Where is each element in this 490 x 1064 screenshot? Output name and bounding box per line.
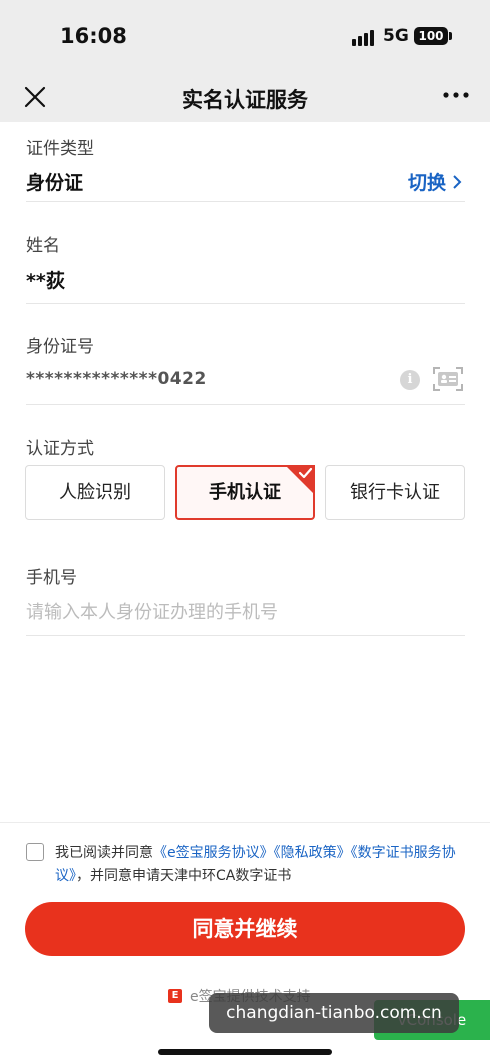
- face-recognition-option[interactable]: 人脸识别: [25, 465, 165, 520]
- bank-card-option[interactable]: 银行卡认证: [325, 465, 465, 520]
- switch-cert-type-link[interactable]: 切换: [408, 168, 462, 195]
- id-number-value: **************0422: [26, 369, 207, 389]
- signal-icon: [352, 28, 376, 46]
- agreement-checkbox[interactable]: [26, 843, 44, 861]
- more-icon[interactable]: [440, 82, 472, 108]
- nav-bar: 实名认证服务: [0, 72, 490, 122]
- esign-logo-icon: E: [168, 989, 182, 1003]
- phone-input[interactable]: 请输入本人身份证办理的手机号: [26, 598, 278, 624]
- privacy-policy-link[interactable]: 《隐私政策》: [274, 845, 351, 861]
- phone-auth-option[interactable]: 手机认证: [175, 465, 315, 520]
- id-number-label: 身份证号: [26, 337, 94, 357]
- status-time: 16:08: [60, 24, 127, 48]
- cert-type-value: 身份证: [26, 172, 84, 194]
- name-value: **荻: [26, 270, 65, 292]
- agreement-suffix: ，并同意申请天津中环CA数字证书: [76, 868, 292, 884]
- auth-method-label: 认证方式: [26, 439, 94, 459]
- battery-tip: [449, 32, 452, 40]
- divider: [26, 404, 465, 405]
- cert-type-label: 证件类型: [26, 139, 94, 159]
- divider: [26, 635, 465, 636]
- divider: [26, 201, 465, 202]
- watermark: changdian-tianbo.com.cn: [209, 993, 459, 1033]
- status-bar: 16:08 5G 100: [0, 0, 490, 72]
- home-indicator: [158, 1049, 332, 1055]
- battery-icon: 100: [414, 27, 448, 45]
- switch-label: 切换: [407, 172, 446, 194]
- phone-auth-label: 手机认证: [209, 482, 281, 503]
- agree-continue-button[interactable]: 同意并继续: [25, 902, 465, 956]
- selected-check-icon: [285, 465, 315, 495]
- agreement-prefix: 我已阅读并同意: [55, 845, 153, 861]
- esign-service-agreement-link[interactable]: 《e签宝服务协议》: [153, 845, 274, 861]
- network-type: 5G: [383, 26, 409, 46]
- phone-label: 手机号: [26, 568, 77, 588]
- page-title: 实名认证服务: [182, 88, 308, 112]
- divider: [26, 303, 465, 304]
- chevron-right-icon: [453, 174, 462, 189]
- id-card-scan-icon[interactable]: [432, 366, 464, 392]
- agreement-text: 我已阅读并同意《e签宝服务协议》《隐私政策》《数字证书服务协议》，并同意申请天津…: [55, 842, 465, 888]
- info-icon[interactable]: i: [400, 370, 420, 390]
- name-label: 姓名: [26, 236, 60, 256]
